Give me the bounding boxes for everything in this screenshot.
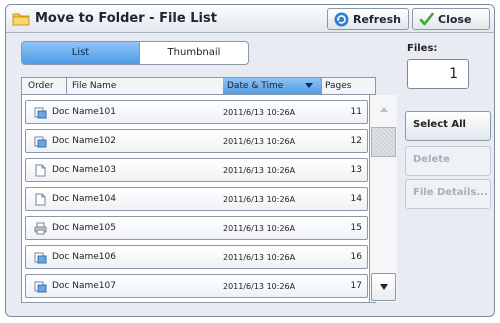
file-details-button[interactable]: File Details... bbox=[405, 179, 491, 209]
file-pages: 16 bbox=[350, 252, 362, 262]
table-header: Order File Name Date & Time Pages bbox=[22, 78, 375, 95]
file-name: Doc Name102 bbox=[52, 136, 116, 146]
file-pages: 14 bbox=[350, 194, 362, 204]
folder-icon bbox=[12, 13, 30, 26]
scan-doc-icon bbox=[34, 252, 47, 264]
tab-thumbnail[interactable]: Thumbnail bbox=[139, 42, 248, 64]
column-header-date-time[interactable]: Date & Time bbox=[227, 81, 283, 91]
table-row[interactable]: Doc Name107 2011/6/13 10:26A 17 bbox=[25, 274, 368, 298]
file-pages: 17 bbox=[350, 281, 362, 291]
file-name: Doc Name106 bbox=[52, 252, 116, 262]
select-all-button[interactable]: Select All bbox=[405, 111, 491, 141]
table-row[interactable]: Doc Name104 2011/6/13 10:26A 14 bbox=[25, 187, 368, 211]
table-row[interactable]: Doc Name102 2011/6/13 10:26A 12 bbox=[25, 129, 368, 153]
scan-doc-icon bbox=[34, 107, 47, 119]
files-count-value: 1 bbox=[407, 59, 469, 89]
doc-page-icon bbox=[35, 193, 46, 206]
table-row[interactable]: Doc Name105 2011/6/13 10:26A 15 bbox=[25, 216, 368, 240]
close-label: Close bbox=[438, 13, 472, 26]
file-datetime: 2011/6/13 10:26A bbox=[223, 166, 296, 175]
file-name: Doc Name104 bbox=[52, 194, 116, 204]
list-scrollbar[interactable] bbox=[369, 95, 397, 302]
scroll-down-button[interactable] bbox=[371, 273, 396, 301]
view-tabs: List Thumbnail bbox=[21, 41, 249, 65]
column-header-pages[interactable]: Pages bbox=[325, 81, 351, 91]
file-name: Doc Name101 bbox=[52, 107, 116, 117]
delete-button[interactable]: Delete bbox=[405, 146, 491, 176]
file-name: Doc Name103 bbox=[52, 165, 116, 175]
file-datetime: 2011/6/13 10:26A bbox=[223, 253, 296, 262]
column-divider bbox=[321, 78, 322, 94]
file-name: Doc Name107 bbox=[52, 281, 116, 291]
file-list-table: Order File Name Date & Time Pages Doc Na… bbox=[21, 77, 397, 303]
file-datetime: 2011/6/13 10:26A bbox=[223, 195, 296, 204]
file-datetime: 2011/6/13 10:26A bbox=[223, 282, 296, 291]
file-pages: 12 bbox=[350, 136, 362, 146]
scroll-up-button[interactable] bbox=[370, 97, 397, 125]
file-pages: 11 bbox=[350, 107, 362, 117]
column-header-file-name[interactable]: File Name bbox=[72, 81, 116, 91]
title-bar: Move to Folder - File List Refresh Close bbox=[6, 5, 494, 33]
table-row[interactable]: Doc Name101 2011/6/13 10:26A 11 bbox=[25, 100, 368, 124]
file-datetime: 2011/6/13 10:26A bbox=[223, 108, 296, 117]
file-pages: 15 bbox=[350, 223, 362, 233]
arrow-down-icon bbox=[380, 284, 388, 290]
files-count-label: Files: bbox=[407, 43, 438, 54]
column-header-order[interactable]: Order bbox=[28, 81, 54, 91]
doc-page-icon bbox=[35, 164, 46, 177]
column-divider bbox=[66, 78, 67, 94]
scan-doc-icon bbox=[34, 281, 47, 293]
refresh-label: Refresh bbox=[353, 13, 401, 26]
tab-list[interactable]: List bbox=[22, 42, 139, 64]
file-datetime: 2011/6/13 10:26A bbox=[223, 224, 296, 233]
file-datetime: 2011/6/13 10:26A bbox=[223, 137, 296, 146]
file-pages: 13 bbox=[350, 165, 362, 175]
dialog-window: Move to Folder - File List Refresh Close… bbox=[5, 4, 495, 317]
table-row[interactable]: Doc Name103 2011/6/13 10:26A 13 bbox=[25, 158, 368, 182]
printer-icon bbox=[34, 222, 47, 235]
arrow-up-icon bbox=[380, 107, 388, 112]
close-button[interactable]: Close bbox=[412, 8, 490, 30]
refresh-icon bbox=[334, 12, 349, 27]
file-name: Doc Name105 bbox=[52, 223, 116, 233]
checkmark-icon bbox=[419, 12, 434, 26]
sort-descending-icon bbox=[305, 83, 313, 88]
table-row[interactable]: Doc Name106 2011/6/13 10:26A 16 bbox=[25, 245, 368, 269]
refresh-button[interactable]: Refresh bbox=[327, 8, 409, 30]
window-title: Move to Folder - File List bbox=[35, 11, 217, 26]
scan-doc-icon bbox=[34, 136, 47, 148]
scroll-thumb[interactable] bbox=[371, 127, 396, 157]
